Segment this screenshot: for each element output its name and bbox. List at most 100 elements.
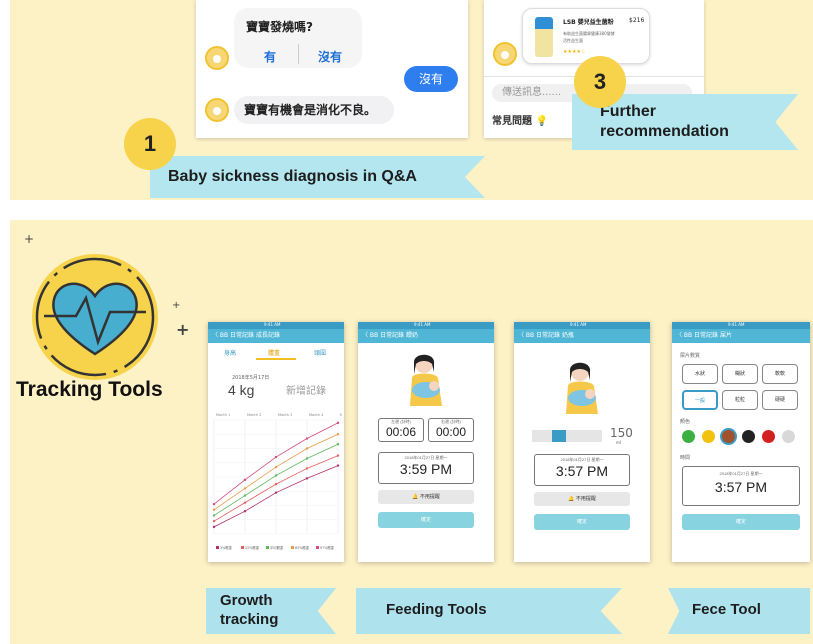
qa-ribbon-text: Baby sickness diagnosis in Q&A	[168, 168, 417, 185]
data-point	[212, 525, 216, 529]
legend-swatch	[216, 546, 219, 549]
data-point	[336, 421, 340, 425]
shape-normal[interactable]: 一般	[682, 390, 718, 410]
color-swatch[interactable]	[682, 430, 695, 443]
record-date: 2018年5月17日	[232, 375, 270, 381]
shape-mushy[interactable]: 糊狀	[722, 364, 758, 384]
question-bubble: 寶寶發燒嗎? 有 沒有	[234, 8, 362, 68]
bottle-feeding-screen: 9:41 AM 〈 BB 日常記錄 奶瓶 150 ml 2018年01月27日 …	[514, 322, 650, 562]
time-picker[interactable]: 2018年01月27日 星期一 3:57 PM	[682, 466, 800, 506]
fece-ribbon: Fece Tool	[668, 588, 810, 634]
right-timer-value: 00:00	[435, 425, 467, 439]
nav-bar[interactable]: 〈 BB 日常記錄 餵奶	[358, 329, 494, 343]
status-bar: 9:41 AM	[672, 322, 810, 329]
data-point	[243, 487, 247, 490]
data-point	[212, 519, 216, 523]
legend-label: 3%體重	[220, 545, 233, 550]
shape-label: 屎片數質	[680, 353, 701, 359]
mother-baby-illustration	[410, 354, 442, 406]
feeding-ribbon: Feeding Tools	[356, 588, 622, 634]
legend-label: 15%體重	[245, 545, 260, 550]
product-price: $216	[629, 17, 645, 24]
amount-slider[interactable]	[532, 430, 602, 442]
answer-yes-button[interactable]: 有	[264, 48, 276, 65]
product-rating: ★★★★☆	[563, 49, 586, 55]
legend-label: 97%體重	[320, 545, 335, 550]
nav-bar[interactable]: 〈 BB 日常記錄 屎片	[672, 329, 810, 343]
shape-soft[interactable]: 軟軟	[762, 364, 798, 384]
confirm-button[interactable]: 確定	[534, 514, 630, 530]
month-label: Month 5	[340, 413, 342, 417]
confirm-button[interactable]: 確定	[682, 514, 800, 530]
status-time: 9:41 AM	[264, 322, 281, 327]
legend-swatch	[291, 546, 294, 549]
bot-avatar-icon	[205, 98, 229, 122]
month-label: Month 2	[247, 413, 261, 417]
date-text: 2018年01月27日 星期一	[719, 471, 763, 476]
amount-value: 150	[610, 426, 633, 440]
data-point	[274, 455, 278, 459]
tab-height[interactable]: 身高	[224, 348, 236, 357]
right-timer[interactable]: 右邊 (計時) 00:00	[428, 418, 474, 442]
new-record-button[interactable]: 新增記錄	[286, 382, 326, 397]
data-point	[274, 465, 278, 469]
data-point	[305, 477, 309, 480]
product-card[interactable]: LSB 嬰兒益生菌粉 $216 有助益生菌腸胃健康380發酵 活性益生菌 ★★★…	[522, 8, 650, 64]
color-swatch[interactable]	[722, 430, 735, 443]
time-text: 3:59 PM	[399, 461, 453, 477]
reply-bubble: 沒有	[404, 66, 458, 92]
faq-link[interactable]: 常見問題 💡	[492, 112, 548, 127]
lightbulb-icon: 💡	[535, 116, 548, 127]
nav-bar[interactable]: 〈 BB 日常記錄 奶瓶	[514, 329, 650, 343]
answer-no-button[interactable]: 沒有	[318, 48, 342, 65]
time-picker[interactable]: 2018年01月27日 星期一 3:57 PM	[534, 454, 630, 486]
data-point	[212, 502, 216, 506]
fece-ribbon-text: Fece Tool	[692, 601, 761, 618]
data-point	[305, 467, 309, 470]
fece-screen: 9:41 AM 〈 BB 日常記錄 屎片 屎片數質 水狀 糊狀 軟軟 一般 粒粒…	[672, 322, 810, 562]
legend-swatch	[266, 546, 269, 549]
question-text: 寶寶發燒嗎?	[246, 20, 313, 34]
time-picker[interactable]: 2018年01月27日 星期一 3:59 PM	[378, 452, 474, 484]
data-point	[274, 482, 278, 486]
qa-ribbon: Baby sickness diagnosis in Q&A	[150, 156, 485, 198]
confirm-button[interactable]: 確定	[378, 512, 474, 528]
color-swatch[interactable]	[782, 430, 795, 443]
data-point	[305, 457, 309, 460]
month-label: Month 4	[309, 413, 324, 417]
time-text: 3:57 PM	[555, 463, 609, 479]
feeding-ribbon-text: Feeding Tools	[386, 601, 487, 618]
color-swatch[interactable]	[742, 430, 755, 443]
no-reminder-button[interactable]: 🔔 不用提醒	[534, 492, 630, 506]
legend-label: 85%體重	[295, 545, 310, 550]
nav-bar[interactable]: 〈 BB 日常記錄 成長記錄	[208, 329, 344, 343]
product-image	[535, 17, 553, 57]
data-point	[243, 501, 247, 504]
color-label: 顏色	[680, 419, 691, 425]
growth-chart: Month 1 Month 2 Month 3 Month 4 Month 5 3%體重 1…	[212, 413, 342, 550]
data-point	[274, 491, 278, 494]
shape-pellets[interactable]: 粒粒	[722, 390, 758, 410]
color-swatch[interactable]	[762, 430, 775, 443]
weight-value: 4 kg	[228, 382, 255, 398]
amount-unit: ml	[616, 440, 622, 445]
sparkle-icon: +	[172, 300, 181, 311]
shape-hard[interactable]: 硬硬	[762, 390, 798, 410]
color-swatch[interactable]	[702, 430, 715, 443]
amount-slider-fill	[552, 430, 566, 442]
left-timer[interactable]: 左邊 (計時) 00:06	[378, 418, 424, 442]
no-reminder-button[interactable]: 🔔 不用提醒	[378, 490, 474, 504]
divider	[298, 44, 299, 64]
chat-screenshot: 寶寶發燒嗎? 有 沒有 沒有 寶寶有機會是消化不良。	[196, 0, 468, 138]
tab-head[interactable]: 頭圍	[314, 348, 326, 357]
status-bar: 9:41 AM	[358, 322, 494, 329]
heart-monitor-icon	[28, 250, 162, 384]
time-text: 3:57 PM	[714, 479, 768, 495]
tab-weight[interactable]: 體重	[268, 348, 280, 357]
legend-swatch	[241, 546, 244, 549]
month-label: Month 3	[278, 413, 292, 417]
shape-watery[interactable]: 水狀	[682, 364, 718, 384]
status-bar: 9:41 AM	[208, 322, 344, 329]
legend-label: 平均體重	[270, 545, 284, 550]
data-point	[336, 433, 340, 436]
